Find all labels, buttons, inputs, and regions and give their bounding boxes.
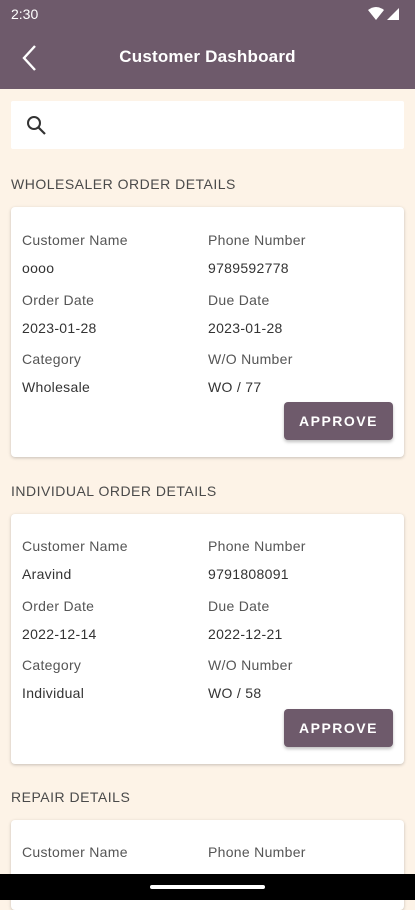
- page-title: Customer Dashboard: [119, 47, 296, 66]
- customer-name-label: Customer Name: [22, 232, 128, 248]
- order-date-label: Order Date: [22, 292, 95, 308]
- wo-number-label: W/O Number: [208, 657, 293, 673]
- category-value: Individual: [22, 685, 85, 701]
- category-label: Category: [22, 351, 82, 367]
- due-date-value: 2022-12-21: [208, 626, 283, 642]
- signal-icon: [387, 8, 399, 20]
- app-bar: Customer Dashboard: [0, 28, 415, 89]
- status-bar: 2:30: [0, 0, 415, 28]
- order-date-label: Order Date: [22, 598, 95, 614]
- wo-number-label: W/O Number: [208, 351, 293, 367]
- wifi-icon: [368, 7, 384, 20]
- wo-number-value: WO / 77: [208, 379, 262, 395]
- status-time: 2:30: [11, 6, 39, 22]
- phone-number-label: Phone Number: [208, 538, 306, 554]
- phone-number-value: 9791808091: [208, 566, 289, 582]
- category-value: Wholesale: [22, 379, 91, 395]
- customer-name-value: Aravind: [22, 566, 72, 582]
- home-indicator[interactable]: [150, 885, 265, 889]
- due-date-label: Due Date: [208, 292, 270, 308]
- phone-number-label: Phone Number: [208, 844, 306, 860]
- wholesaler-section-title: WHOLESALER ORDER DETAILS: [11, 176, 236, 192]
- search-box: [11, 101, 404, 149]
- wholesaler-order-card: Customer Name Phone Number oooo 97895927…: [11, 207, 404, 457]
- due-date-label: Due Date: [208, 598, 270, 614]
- search-input[interactable]: [59, 109, 393, 143]
- repair-section-title: REPAIR DETAILS: [11, 789, 131, 805]
- due-date-value: 2023-01-28: [208, 320, 283, 336]
- approve-button[interactable]: APPROVE: [284, 709, 393, 747]
- individual-section-title: INDIVIDUAL ORDER DETAILS: [11, 483, 217, 499]
- status-icons: [367, 6, 401, 22]
- order-date-value: 2023-01-28: [22, 320, 97, 336]
- order-date-value: 2022-12-14: [22, 626, 97, 642]
- customer-name-value: oooo: [22, 260, 55, 276]
- approve-button[interactable]: APPROVE: [284, 402, 393, 440]
- customer-name-label: Customer Name: [22, 538, 128, 554]
- phone-number-value: 9789592778: [208, 260, 289, 276]
- customer-name-label: Customer Name: [22, 844, 128, 860]
- phone-number-label: Phone Number: [208, 232, 306, 248]
- individual-order-card: Customer Name Phone Number Aravind 97918…: [11, 514, 404, 764]
- navigation-bar: [0, 874, 415, 900]
- category-label: Category: [22, 657, 82, 673]
- wo-number-value: WO / 58: [208, 685, 262, 701]
- search-icon: [25, 114, 47, 136]
